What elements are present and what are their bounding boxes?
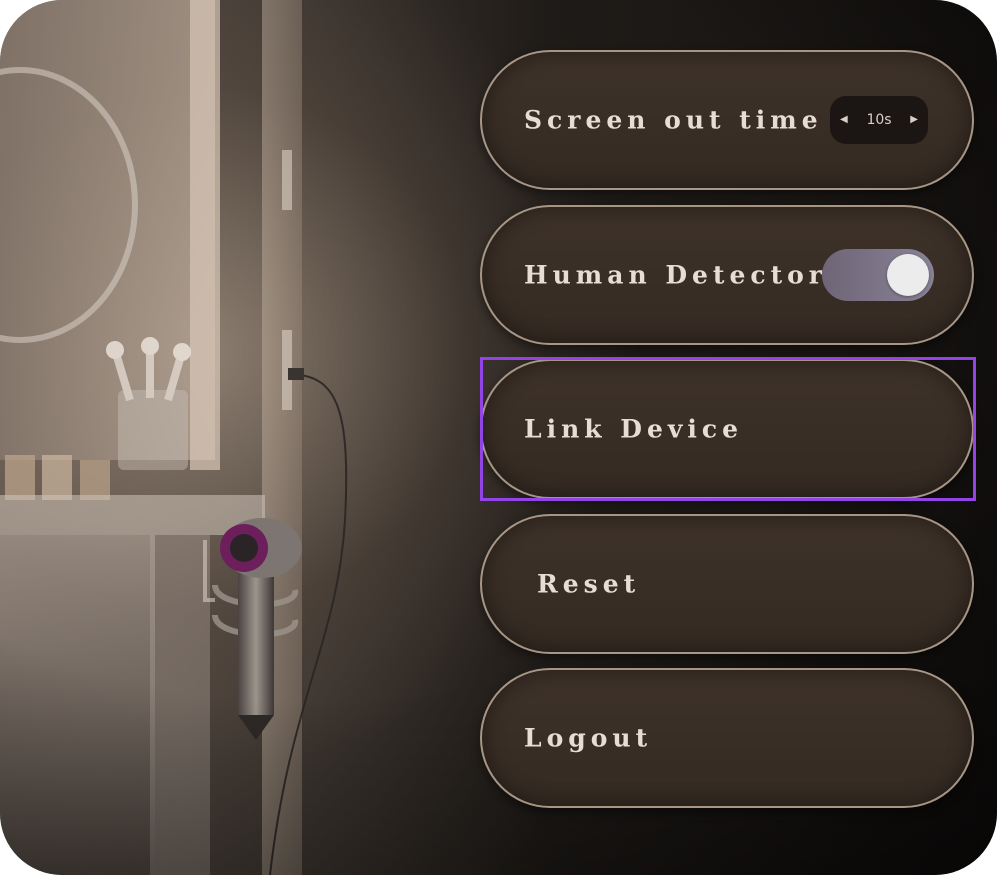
link-device-button[interactable]: Link Device [480, 357, 976, 501]
triangle-left-icon[interactable]: ◀ [840, 115, 848, 125]
wall-plug [288, 368, 304, 380]
perfume-bottles [5, 455, 110, 500]
reset-label: Reset [537, 569, 641, 599]
reset-button[interactable]: Reset [480, 514, 974, 654]
screen-out-time-row: Screen out time ◀ 10s ▶ [480, 50, 974, 190]
link-device-label: Link Device [524, 414, 744, 444]
logout-label: Logout [524, 723, 653, 753]
vanity-side [150, 535, 210, 875]
screen-out-time-label: Screen out time [524, 105, 823, 135]
counter-top [0, 495, 265, 535]
screen-out-time-value: 10s [866, 112, 892, 128]
screen-out-time-stepper[interactable]: ◀ 10s ▶ [830, 96, 928, 144]
mirror-frame [190, 0, 220, 470]
vanity-cabinet [0, 535, 155, 875]
toggle-knob [887, 254, 929, 296]
device-screen: Screen out time ◀ 10s ▶ Human Detector L… [0, 0, 997, 875]
triangle-right-icon[interactable]: ▶ [910, 115, 918, 125]
door-edge [262, 0, 302, 875]
logout-button[interactable]: Logout [480, 668, 974, 808]
human-detector-row: Human Detector [480, 205, 974, 345]
makeup-brushes [106, 337, 191, 470]
door-hinge [282, 150, 292, 210]
human-detector-toggle[interactable] [822, 249, 934, 301]
human-detector-label: Human Detector [524, 260, 827, 290]
